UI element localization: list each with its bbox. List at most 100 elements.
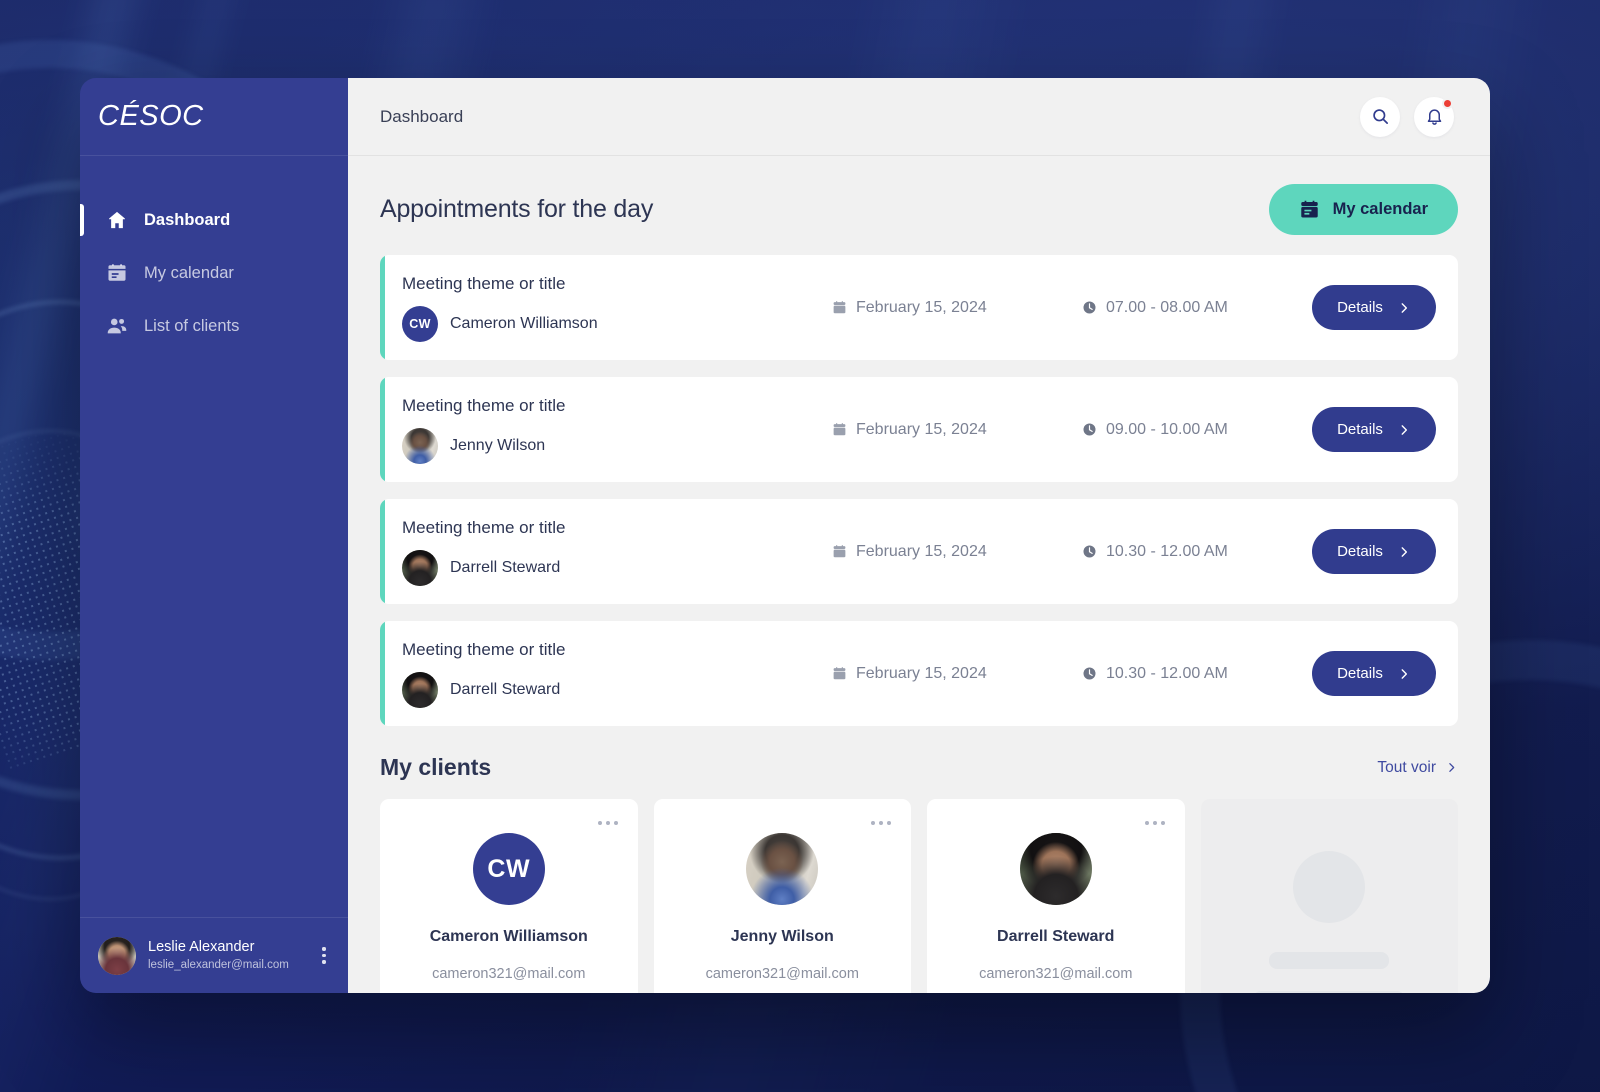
notification-badge bbox=[1442, 97, 1453, 109]
profile-email: leslie_alexander@mail.com bbox=[148, 959, 289, 971]
avatar-photo bbox=[746, 833, 819, 905]
clock-icon bbox=[1082, 422, 1097, 437]
details-button[interactable]: Details bbox=[1312, 285, 1436, 330]
details-label: Details bbox=[1337, 421, 1383, 438]
details-button[interactable]: Details bbox=[1312, 651, 1436, 696]
my-calendar-label: My calendar bbox=[1332, 200, 1428, 218]
more-horizontal-icon[interactable] bbox=[1144, 821, 1165, 825]
main-area: Dashboard Appointments for the day My ca… bbox=[348, 78, 1490, 993]
sidebar-item-my-calendar[interactable]: My calendar bbox=[80, 251, 348, 295]
people-icon bbox=[106, 315, 128, 337]
avatar-photo bbox=[402, 427, 438, 464]
appointment-date-text: February 15, 2024 bbox=[856, 542, 987, 560]
appointment-time: 07.00 - 08.00 AM bbox=[1082, 299, 1312, 317]
appointment-date-text: February 15, 2024 bbox=[856, 298, 987, 316]
details-label: Details bbox=[1337, 543, 1383, 560]
sidebar-item-dashboard[interactable]: Dashboard bbox=[80, 198, 348, 242]
client-card-placeholder bbox=[1200, 799, 1458, 993]
calendar-icon bbox=[832, 544, 847, 559]
client-card[interactable]: Darrell Steward cameron321@mail.com bbox=[927, 799, 1185, 993]
client-card[interactable]: Jenny Wilson cameron321@mail.com bbox=[653, 799, 911, 993]
brand-header: CÉSOC bbox=[80, 78, 348, 156]
more-horizontal-icon[interactable] bbox=[597, 821, 618, 825]
see-all-link[interactable]: Tout voir bbox=[1377, 759, 1458, 777]
calendar-icon bbox=[832, 666, 847, 681]
appointments-list: Meeting theme or title CW Cameron Willia… bbox=[380, 255, 1458, 726]
client-name: Jenny Wilson bbox=[730, 928, 834, 945]
client-name: Darrell Steward bbox=[997, 928, 1115, 945]
avatar: CW bbox=[472, 833, 545, 905]
appointment-info: Meeting theme or title CW Cameron Willia… bbox=[402, 274, 832, 342]
avatar-photo bbox=[98, 936, 136, 975]
calendar-icon bbox=[1299, 199, 1320, 220]
details-button[interactable]: Details bbox=[1312, 529, 1436, 574]
appointment-title: Meeting theme or title bbox=[402, 273, 566, 293]
appointment-title: Meeting theme or title bbox=[402, 639, 566, 659]
sidebar-nav: Dashboard My calendar List of clients bbox=[80, 156, 348, 357]
brand-logo: CÉSOC bbox=[98, 100, 204, 132]
my-calendar-button[interactable]: My calendar bbox=[1268, 184, 1458, 235]
appointment-time-text: 07.00 - 08.00 AM bbox=[1106, 298, 1228, 316]
sidebar: CÉSOC Dashboard My calendar List of clie… bbox=[80, 78, 348, 993]
more-vertical-icon[interactable] bbox=[314, 947, 334, 964]
search-button[interactable] bbox=[1360, 96, 1400, 137]
appointment-date: February 15, 2024 bbox=[832, 299, 1082, 317]
appointment-row[interactable]: Meeting theme or title Jenny Wilson Febr… bbox=[380, 377, 1458, 482]
sidebar-profile[interactable]: Leslie Alexander leslie_alexander@mail.c… bbox=[80, 917, 348, 993]
avatar bbox=[746, 833, 819, 905]
appointment-person-name: Cameron Williamson bbox=[450, 314, 598, 332]
appointment-date: February 15, 2024 bbox=[832, 543, 1082, 561]
avatar-photo bbox=[402, 549, 438, 586]
appointment-person-name: Darrell Steward bbox=[450, 680, 561, 698]
client-email: cameron321@mail.com bbox=[705, 966, 859, 982]
appointment-row[interactable]: Meeting theme or title Darrell Steward F… bbox=[380, 621, 1458, 726]
avatar bbox=[98, 936, 136, 975]
chevron-right-icon bbox=[1397, 301, 1411, 315]
appointment-person-name: Jenny Wilson bbox=[450, 436, 546, 454]
chevron-right-icon bbox=[1397, 545, 1411, 559]
clients-header: My clients Tout voir bbox=[380, 754, 1458, 781]
client-email: cameron321@mail.com bbox=[432, 966, 586, 982]
avatar bbox=[1019, 833, 1092, 905]
skeleton-email bbox=[1253, 991, 1406, 993]
sidebar-item-list-of-clients[interactable]: List of clients bbox=[80, 304, 348, 348]
avatar-photo bbox=[1019, 833, 1092, 905]
client-email: cameron321@mail.com bbox=[979, 966, 1133, 982]
appointment-person: Darrell Steward bbox=[402, 671, 832, 708]
appointments-header: Appointments for the day My calendar bbox=[380, 184, 1458, 235]
sidebar-item-label: List of clients bbox=[144, 316, 240, 335]
more-horizontal-icon[interactable] bbox=[871, 821, 891, 825]
calendar-icon bbox=[832, 300, 847, 315]
appointment-date: February 15, 2024 bbox=[832, 421, 1082, 439]
profile-name: Leslie Alexander bbox=[148, 939, 255, 955]
chevron-right-icon bbox=[1397, 667, 1411, 681]
client-card[interactable]: CW Cameron Williamson cameron321@mail.co… bbox=[380, 799, 638, 993]
content-scroll: Appointments for the day My calendar Mee… bbox=[348, 156, 1490, 993]
appointment-time: 10.30 - 12.00 AM bbox=[1082, 665, 1312, 683]
avatar bbox=[402, 427, 438, 464]
clock-icon bbox=[1082, 300, 1097, 315]
see-all-label: Tout voir bbox=[1377, 758, 1436, 776]
avatar-photo bbox=[402, 671, 438, 708]
appointment-info: Meeting theme or title Jenny Wilson bbox=[402, 396, 832, 464]
notifications-button[interactable] bbox=[1414, 96, 1454, 137]
appointment-date-text: February 15, 2024 bbox=[856, 664, 987, 682]
calendar-icon bbox=[832, 422, 847, 437]
appointment-title: Meeting theme or title bbox=[402, 517, 566, 537]
appointment-time: 09.00 - 10.00 AM bbox=[1082, 421, 1312, 439]
chevron-right-icon bbox=[1445, 761, 1458, 774]
clock-icon bbox=[1082, 666, 1097, 681]
appointment-row[interactable]: Meeting theme or title CW Cameron Willia… bbox=[380, 255, 1458, 360]
appointment-row[interactable]: Meeting theme or title Darrell Steward F… bbox=[380, 499, 1458, 604]
skeleton-avatar bbox=[1293, 851, 1366, 923]
details-button[interactable]: Details bbox=[1312, 407, 1436, 452]
chevron-right-icon bbox=[1397, 423, 1411, 437]
appointments-title: Appointments for the day bbox=[380, 195, 654, 223]
appointment-date: February 15, 2024 bbox=[832, 665, 1082, 683]
calendar-icon bbox=[106, 262, 128, 284]
home-icon bbox=[106, 209, 128, 231]
sidebar-item-label: My calendar bbox=[144, 263, 234, 282]
skeleton-name bbox=[1269, 952, 1390, 969]
topbar: Dashboard bbox=[348, 78, 1490, 156]
appointment-time-text: 10.30 - 12.00 AM bbox=[1106, 664, 1228, 682]
